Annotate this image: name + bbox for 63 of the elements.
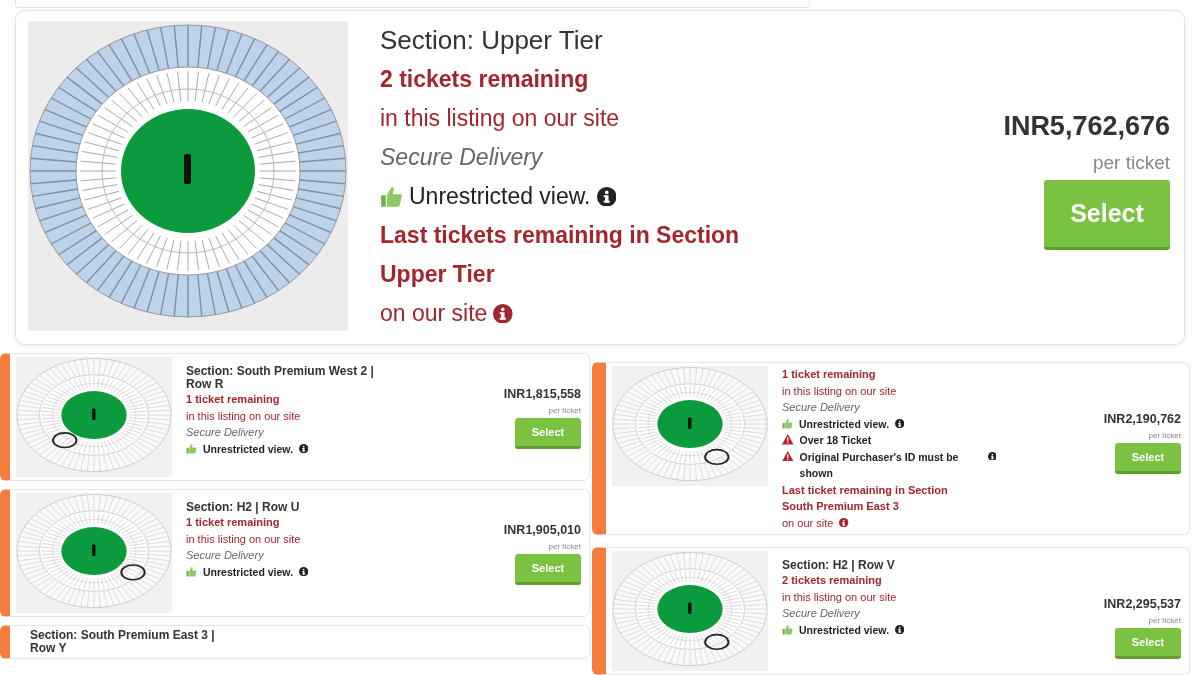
section-title: Section: South Premium West 2 | Row R: [186, 365, 375, 391]
listing-note: in this listing on our site: [782, 589, 898, 605]
notice-text: Last ticket remaining in Section: [782, 482, 949, 498]
ticket-price: INR1,905,010: [503, 523, 581, 537]
ticket-price: INR2,190,762: [1103, 412, 1181, 426]
price-unit: per ticket: [1148, 616, 1181, 625]
section-title: Section: Upper Tier: [380, 24, 604, 57]
warning-text: Original Purchaser's ID must be shown: [799, 449, 960, 481]
delivery-method: Secure Delivery: [380, 143, 544, 172]
section-title: Section: H2 | Row U: [186, 501, 301, 514]
thumbs-up-icon: [782, 624, 793, 636]
view-note: Unrestricted view.: [799, 622, 890, 638]
notice-text: on our site: [380, 299, 488, 328]
price-unit: per ticket: [1148, 431, 1181, 440]
info-icon[interactable]: [299, 444, 309, 454]
listing-note: in this listing on our site: [186, 531, 302, 547]
tickets-remaining: 1 ticket remaining: [186, 515, 281, 530]
tickets-remaining: 2 tickets remaining: [380, 65, 590, 94]
select-button[interactable]: Select: [1044, 180, 1170, 250]
tickets-remaining: 1 ticket remaining: [186, 392, 281, 407]
delivery-method: Secure Delivery: [186, 548, 265, 563]
view-note: Unrestricted view.: [409, 182, 591, 211]
info-icon[interactable]: [299, 567, 309, 577]
ticket-price: INR5,762,676: [1003, 111, 1170, 142]
info-icon[interactable]: [895, 419, 905, 429]
notice-text: Last tickets remaining in Section: [380, 221, 741, 250]
notice-text: Upper Tier: [380, 260, 496, 289]
info-icon[interactable]: [839, 518, 849, 528]
info-icon[interactable]: [987, 451, 997, 461]
notice-text: on our site: [782, 515, 834, 531]
listing-note: in this listing on our site: [186, 408, 302, 424]
notice-text: South Premium East 3: [782, 499, 900, 514]
thumbs-up-icon: [782, 418, 793, 430]
thumbs-up-icon: [186, 566, 197, 578]
ticket-price: INR2,295,537: [1103, 597, 1181, 611]
info-icon[interactable]: [493, 303, 513, 324]
view-note: Unrestricted view.: [203, 564, 294, 580]
price-unit: per ticket: [1092, 152, 1170, 174]
select-button[interactable]: Select: [1115, 628, 1181, 659]
thumbs-up-icon: [186, 443, 197, 455]
tickets-remaining: 1 ticket remaining: [782, 367, 877, 382]
price-unit: per ticket: [548, 406, 581, 415]
listing-note: in this listing on our site: [380, 104, 621, 133]
select-button[interactable]: Select: [1115, 443, 1181, 474]
select-button[interactable]: Select: [515, 554, 581, 585]
delivery-method: Secure Delivery: [782, 606, 861, 621]
section-title: Section: South Premium East 3 | Row Y: [30, 629, 216, 655]
delivery-method: Secure Delivery: [782, 400, 861, 415]
info-icon[interactable]: [895, 625, 905, 635]
listing-note: in this listing on our site: [782, 383, 898, 399]
price-unit: per ticket: [548, 542, 581, 551]
warning-text: Over 18 Ticket: [799, 433, 872, 448]
warning-icon: [782, 450, 794, 461]
view-note: Unrestricted view.: [203, 441, 294, 457]
section-title: Section: H2 | Row V: [782, 559, 896, 572]
warning-icon: [782, 434, 794, 445]
tickets-remaining: 2 tickets remaining: [782, 573, 883, 588]
thumbs-up-icon: [380, 185, 403, 208]
select-button[interactable]: Select: [515, 418, 581, 449]
delivery-method: Secure Delivery: [186, 425, 265, 440]
ticket-price: INR1,815,558: [503, 387, 581, 401]
view-note: Unrestricted view.: [799, 416, 890, 432]
info-icon[interactable]: [596, 186, 617, 207]
